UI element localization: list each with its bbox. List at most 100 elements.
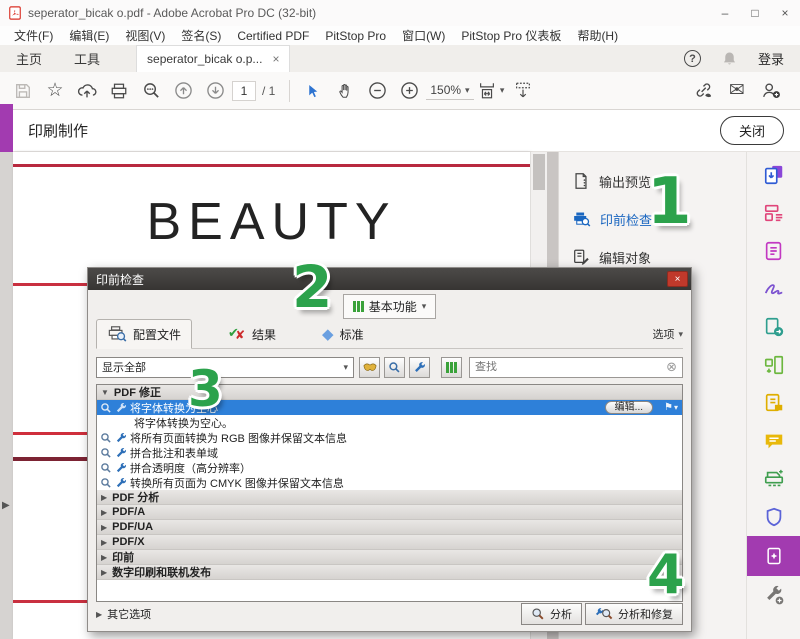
next-page-button[interactable]	[200, 77, 230, 105]
preflight-search-input[interactable]	[475, 361, 666, 373]
analyze-button[interactable]: 分析	[521, 603, 582, 625]
group-label: PDF/UA	[112, 521, 153, 533]
menu-certified-pdf[interactable]: Certified PDF	[229, 29, 317, 43]
sign-in-button[interactable]: 登录	[758, 49, 784, 68]
profile-row[interactable]: 拼合批注和表单域	[97, 445, 682, 460]
send-for-review-icon[interactable]	[747, 308, 800, 346]
add-tools-icon[interactable]	[747, 576, 800, 614]
protect-shield-icon[interactable]	[747, 498, 800, 536]
save-button[interactable]	[8, 77, 38, 105]
group-pdf-fixups[interactable]: ▼ PDF 修正	[97, 385, 682, 400]
expand-panel-arrow-icon[interactable]: ▶	[2, 500, 10, 511]
pitstop-mask-button[interactable]	[359, 357, 380, 378]
fill-sign-icon[interactable]	[747, 270, 800, 308]
preflight-filter-row: 显示全部 ▾ ⊗	[96, 356, 683, 378]
clear-search-icon[interactable]: ⊗	[666, 359, 677, 375]
maximize-button[interactable]: □	[740, 0, 770, 26]
preflight-dialog-titlebar[interactable]: 印前检查 ×	[88, 268, 691, 290]
analyze-and-fix-button[interactable]: 分析和修复	[585, 603, 683, 625]
analyze-magnifier-icon	[100, 402, 112, 414]
zoom-level-value: 150%	[430, 83, 461, 97]
flag-icon[interactable]: ⚑▾	[664, 402, 678, 413]
menu-file[interactable]: 文件(F)	[6, 27, 61, 44]
zoom-level-dropdown[interactable]: 150% ▾	[426, 81, 473, 100]
add-user-icon[interactable]	[756, 77, 786, 105]
edit-pdf-icon[interactable]	[747, 194, 800, 232]
group-collapsed[interactable]: ▶ 数字印刷和联机发布	[97, 565, 682, 580]
toolbar-separator	[289, 80, 290, 102]
profile-row[interactable]: 转换所有页面为 CMYK 图像并保留文本信息	[97, 475, 682, 490]
main-toolbar: ☆ / 1 150% ▾ ▾ ✉	[0, 72, 800, 110]
tab-profiles[interactable]: 配置文件	[96, 319, 192, 349]
menu-window[interactable]: 窗口(W)	[394, 27, 453, 44]
star-favorites-button[interactable]: ☆	[40, 77, 70, 105]
preflight-tabs: 配置文件 ✔✘ 结果 ◆ 标准 选项 ▾	[96, 318, 683, 349]
edit-profile-button[interactable]: 编辑...	[605, 401, 653, 414]
group-collapsed[interactable]: ▶ PDF/A	[97, 505, 682, 520]
tab-standards[interactable]: ◆ 标准	[312, 320, 374, 348]
print-production-active-icon[interactable]	[747, 536, 800, 576]
edit-object-icon	[572, 248, 590, 266]
request-signatures-icon[interactable]	[747, 384, 800, 422]
tab-close-icon[interactable]: ×	[272, 52, 279, 66]
library-bars-icon	[353, 301, 364, 312]
hand-tool-button[interactable]	[330, 77, 360, 105]
share-link-icon[interactable]	[688, 77, 718, 105]
fit-width-dropdown[interactable]: ▾	[476, 77, 506, 105]
tab-tools[interactable]: 工具	[58, 45, 116, 72]
fix-profile-button[interactable]	[409, 357, 430, 378]
create-pdf-icon[interactable]	[747, 232, 800, 270]
page-rule-line	[13, 164, 530, 167]
export-pdf-icon[interactable]	[747, 156, 800, 194]
other-options-label: 其它选项	[107, 606, 151, 622]
select-cursor-button[interactable]	[298, 77, 328, 105]
show-filter-select[interactable]: 显示全部 ▾	[96, 357, 354, 378]
zoom-in-button[interactable]	[394, 77, 424, 105]
group-collapsed[interactable]: ▶ PDF/X	[97, 535, 682, 550]
tab-label: 结果	[252, 326, 276, 343]
scrollbar-thumb[interactable]	[533, 154, 545, 190]
tab-document-label: seperator_bicak o.p...	[147, 52, 262, 66]
page-scrolling-button[interactable]	[508, 77, 538, 105]
print-button[interactable]	[104, 77, 134, 105]
menu-help[interactable]: 帮助(H)	[569, 27, 626, 44]
menu-pitstop-dashboard[interactable]: PitStop Pro 仪表板	[453, 27, 569, 44]
zoom-out-button[interactable]	[362, 77, 392, 105]
scan-ocr-icon[interactable]	[747, 460, 800, 498]
email-icon[interactable]: ✉	[722, 77, 752, 105]
organize-pages-icon[interactable]	[747, 346, 800, 384]
close-button[interactable]: ×	[770, 0, 800, 26]
previous-page-button[interactable]	[168, 77, 198, 105]
tool-label: 印前检查	[600, 210, 652, 229]
comment-icon[interactable]	[747, 422, 800, 460]
profile-row[interactable]: 将所有页面转换为 RGB 图像并保留文本信息	[97, 430, 682, 445]
tab-results[interactable]: ✔✘ 结果	[218, 321, 286, 348]
help-icon[interactable]: ?	[684, 50, 701, 67]
profile-row[interactable]: 拼合透明度（高分辨率）	[97, 460, 682, 475]
group-collapsed[interactable]: ▶ 印前	[97, 550, 682, 565]
notifications-bell-icon[interactable]	[721, 50, 738, 67]
analyze-magnifier-icon	[100, 477, 112, 489]
analyze-profile-button[interactable]	[384, 357, 405, 378]
other-options-expander[interactable]: ▶ 其它选项	[96, 606, 151, 622]
close-panel-button[interactable]: 关闭	[720, 116, 784, 145]
share-cloud-button[interactable]	[72, 77, 102, 105]
tab-home[interactable]: 主页	[0, 45, 58, 72]
preflight-close-button[interactable]: ×	[667, 271, 688, 287]
group-collapsed[interactable]: ▶ PDF/UA	[97, 520, 682, 535]
group-collapsed[interactable]: ▶ PDF 分析	[97, 490, 682, 505]
page-number-input[interactable]	[232, 81, 256, 101]
tab-label: 配置文件	[133, 326, 181, 343]
menu-sign[interactable]: 签名(S)	[173, 27, 229, 44]
options-dropdown[interactable]: 选项 ▾	[652, 326, 683, 348]
library-bars-button[interactable]	[441, 357, 462, 378]
search-button[interactable]	[136, 77, 166, 105]
library-dropdown-button[interactable]: 基本功能 ▾	[343, 294, 437, 319]
menu-view[interactable]: 视图(V)	[117, 27, 173, 44]
minimize-button[interactable]: –	[710, 0, 740, 26]
tab-document[interactable]: seperator_bicak o.p... ×	[136, 45, 290, 72]
menu-pitstop-pro[interactable]: PitStop Pro	[317, 29, 394, 43]
profile-row-selected[interactable]: 将字体转换为空心 编辑... ⚑▾	[97, 400, 682, 415]
menu-edit[interactable]: 编辑(E)	[61, 27, 117, 44]
page-total-label: / 1	[262, 84, 275, 98]
